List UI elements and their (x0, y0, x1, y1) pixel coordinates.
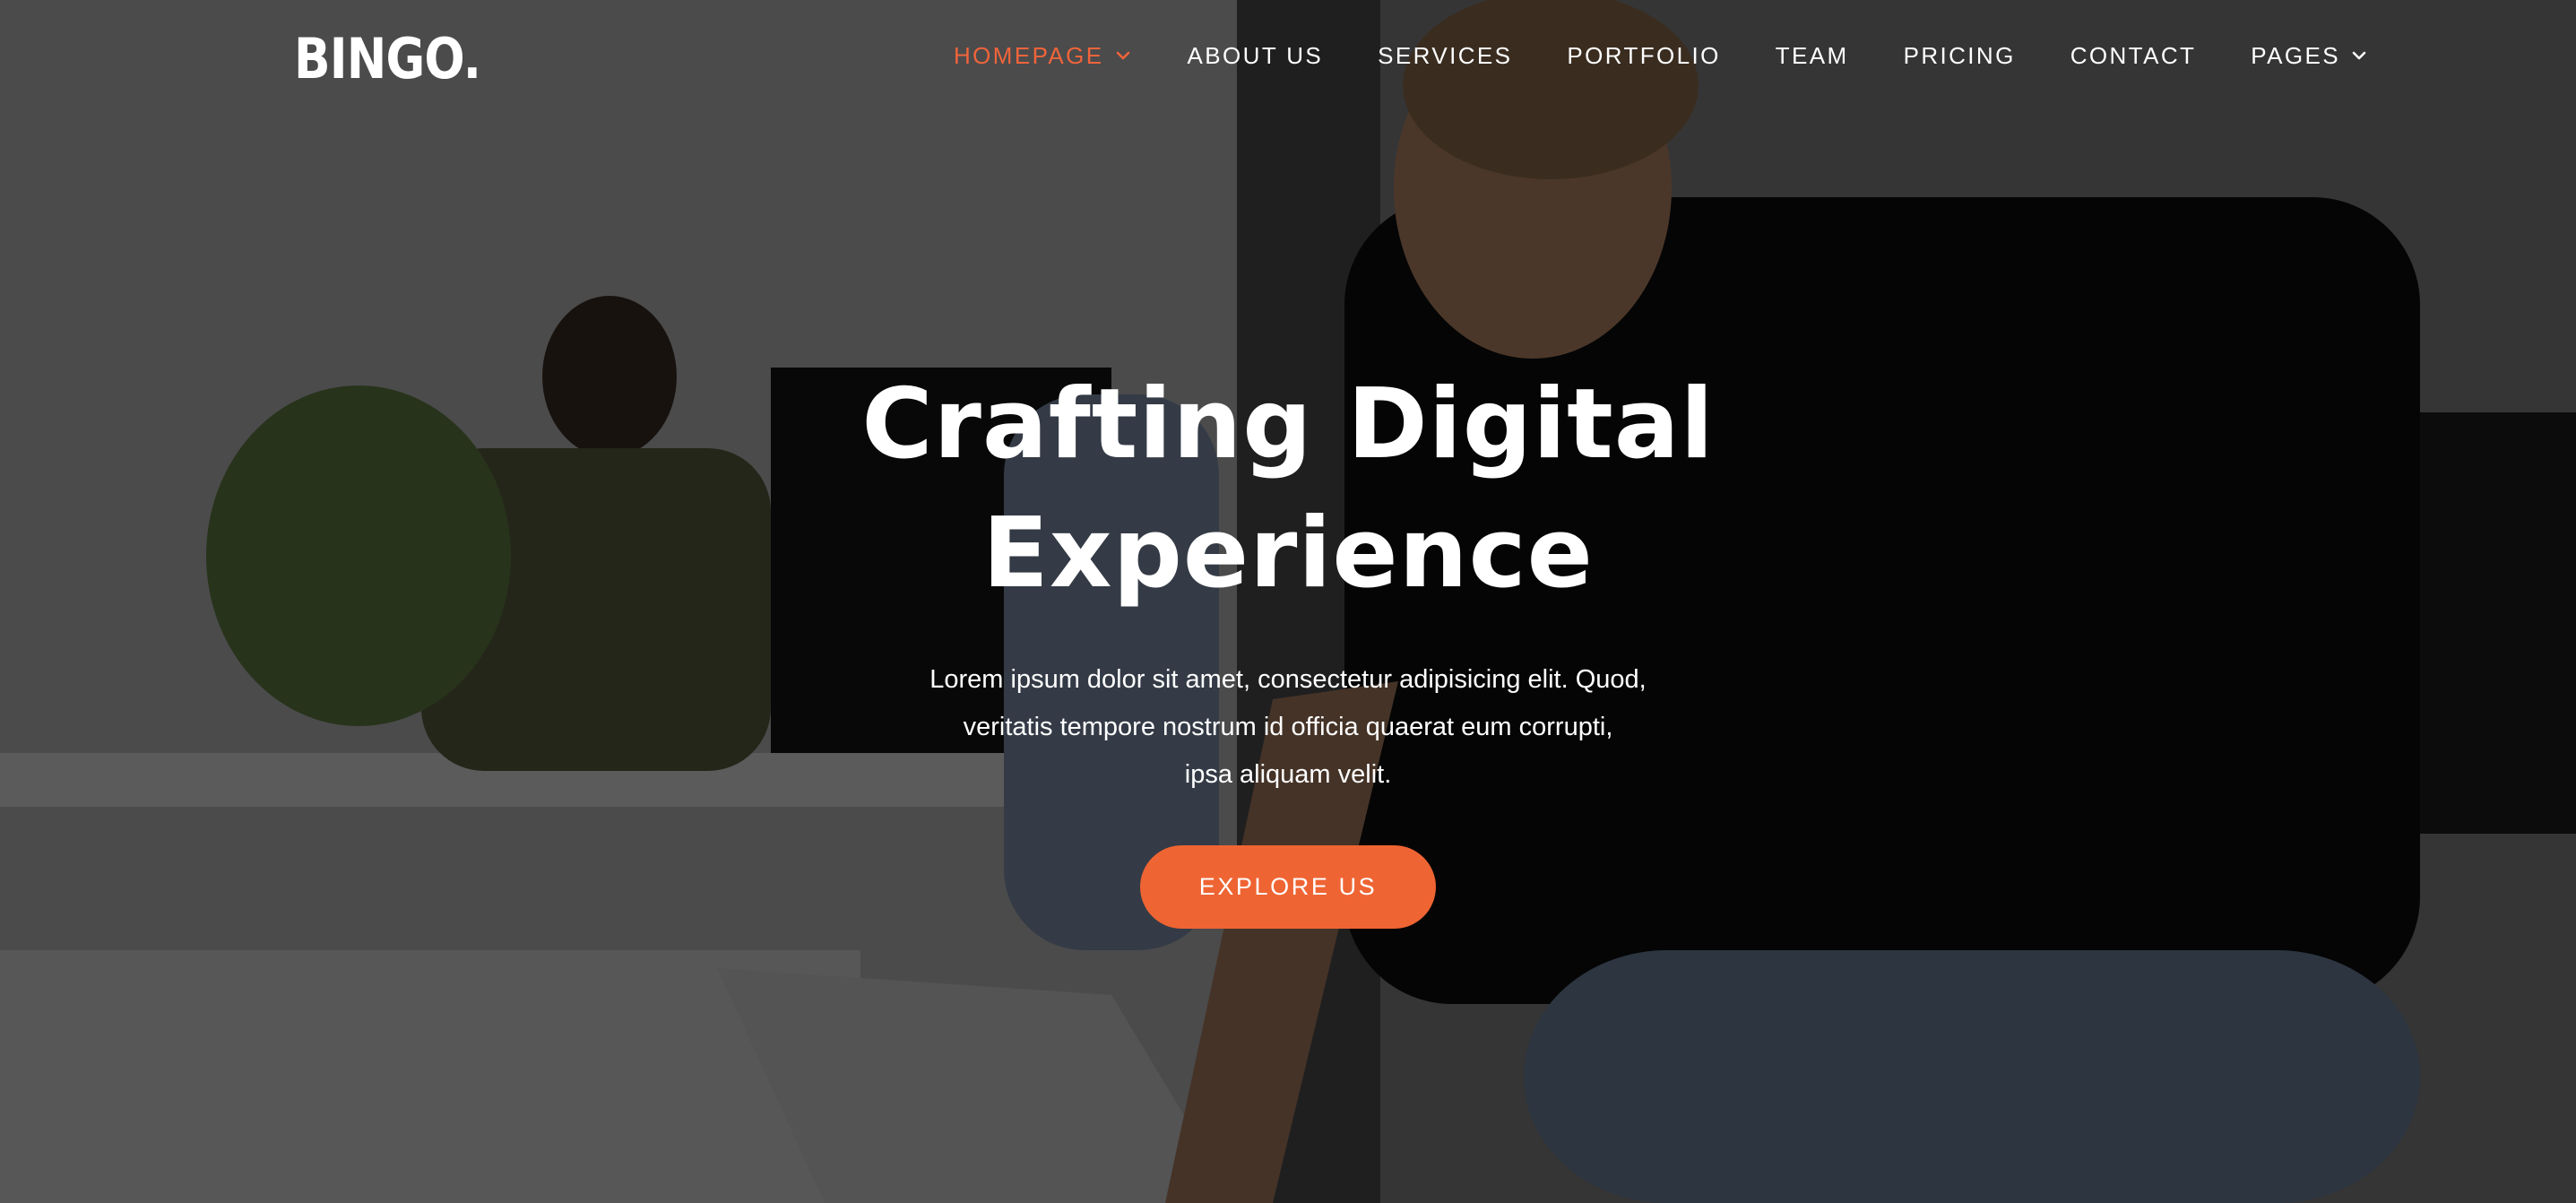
hero-section: BINGO. HOMEPAGE ABOUT US SERVICES PORTFO… (0, 0, 2576, 1203)
nav-item-label: HOMEPAGE (954, 42, 1104, 69)
hero-description-line: Lorem ipsum dolor sit amet, consectetur … (929, 665, 1647, 694)
hero-title-line: Experience (982, 498, 1594, 610)
nav-item-label: PRICING (1903, 42, 2016, 69)
nav-item-about-us[interactable]: ABOUT US (1188, 36, 1324, 75)
hero-description: Lorem ipsum dolor sit amet, consectetur … (894, 656, 1682, 799)
site-header: BINGO. HOMEPAGE ABOUT US SERVICES PORTFO… (0, 0, 2576, 117)
nav-item-label: PAGES (2251, 42, 2340, 69)
nav-item-label: PORTFOLIO (1567, 42, 1721, 69)
nav-item-contact[interactable]: CONTACT (2070, 36, 2197, 75)
nav-item-pricing[interactable]: PRICING (1904, 36, 2016, 75)
chevron-down-icon (2352, 51, 2366, 60)
hero-title-line: Crafting Digital (861, 368, 1715, 480)
hero-title: Crafting Digital Experience (750, 360, 1826, 619)
nav-item-label: CONTACT (2070, 42, 2197, 69)
nav-item-pages[interactable]: PAGES (2251, 36, 2369, 75)
nav-item-homepage[interactable]: HOMEPAGE (954, 36, 1133, 75)
hero-content: Crafting Digital Experience Lorem ipsum … (750, 360, 1826, 929)
nav-item-services[interactable]: SERVICES (1378, 36, 1512, 75)
nav-item-portfolio[interactable]: PORTFOLIO (1567, 36, 1720, 75)
hero-description-line: veritatis tempore nostrum id officia qua… (963, 713, 1613, 741)
chevron-down-icon (1116, 51, 1129, 60)
main-navigation: HOMEPAGE ABOUT US SERVICES PORTFOLIO TEA… (954, 36, 2369, 75)
brand-logo[interactable]: BINGO. (294, 29, 481, 90)
explore-us-button[interactable]: EXPLORE US (1140, 845, 1436, 929)
nav-item-label: SERVICES (1378, 42, 1513, 69)
hero-description-line: ipsa aliquam velit. (1184, 760, 1392, 789)
nav-item-team[interactable]: TEAM (1776, 36, 1849, 75)
nav-item-label: TEAM (1775, 42, 1849, 69)
nav-item-label: ABOUT US (1187, 42, 1324, 69)
